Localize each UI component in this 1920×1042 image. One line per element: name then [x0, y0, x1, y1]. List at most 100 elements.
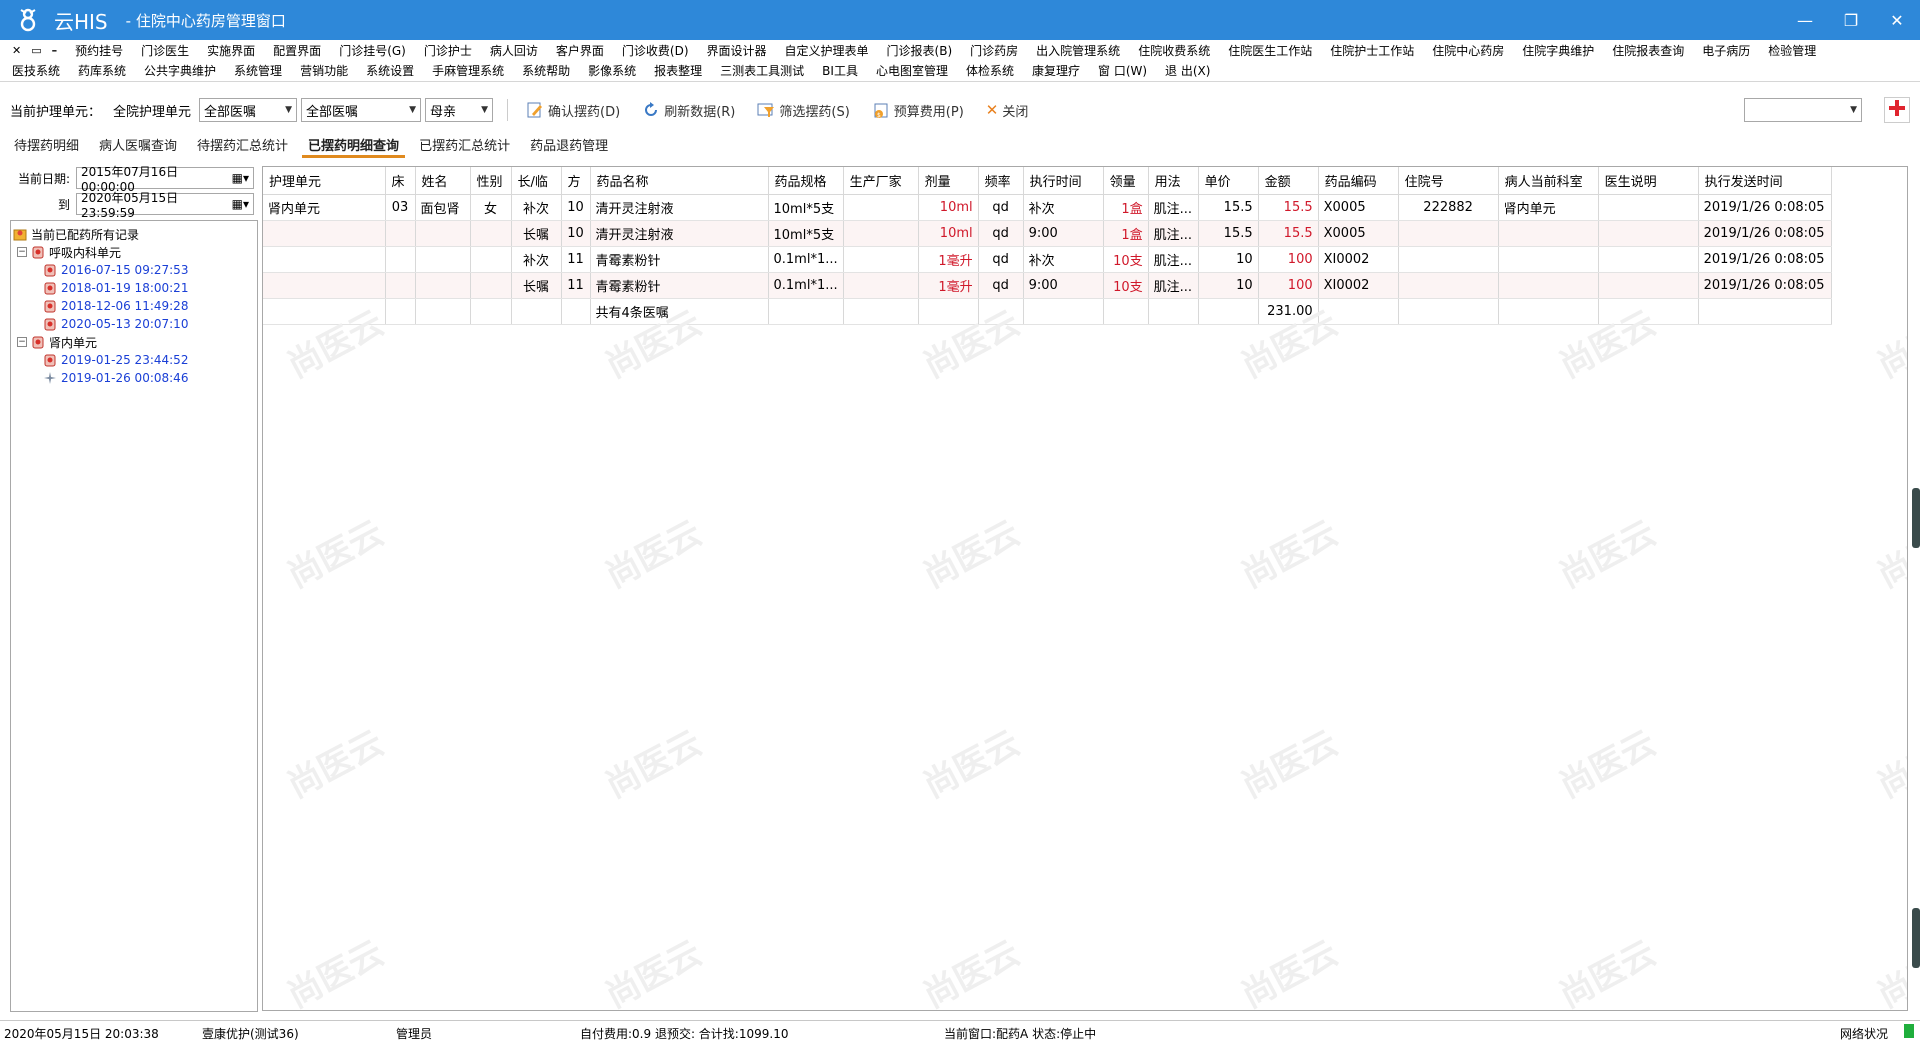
menu-item[interactable]: 门诊收费(D): [622, 42, 689, 59]
menu-item[interactable]: 心电图室管理: [876, 62, 948, 79]
close-window-button[interactable]: ✕: [1874, 0, 1920, 40]
calendar-icon[interactable]: ▦▾: [232, 171, 249, 185]
date-from-picker[interactable]: 2015年07月16日 00:00:00 ▦▾: [76, 165, 254, 194]
confirm-dispense-button[interactable]: 确认摆药(D): [522, 97, 624, 123]
column-header[interactable]: 性别: [470, 167, 512, 195]
menu-item[interactable]: 退 出(X): [1165, 62, 1210, 79]
column-header[interactable]: 生产厂家: [843, 167, 919, 195]
tree-date-item[interactable]: 2018-12-06 11:49:28: [13, 297, 255, 315]
menu-item[interactable]: 系统设置: [366, 62, 414, 79]
menu-item[interactable]: 门诊药房: [970, 42, 1018, 59]
menu-item[interactable]: 住院医生工作站: [1228, 42, 1312, 59]
tree-group[interactable]: − 肾内单元: [13, 333, 255, 351]
menu-item[interactable]: 窗 口(W): [1098, 62, 1147, 79]
minimize-button[interactable]: —: [1782, 0, 1828, 40]
column-header[interactable]: 住院号: [1398, 167, 1499, 195]
add-button[interactable]: [1884, 97, 1910, 123]
column-header[interactable]: 医生说明: [1598, 167, 1699, 195]
menu-item[interactable]: 系统帮助: [522, 62, 570, 79]
menu-item[interactable]: 自定义护理表单: [785, 42, 869, 59]
side-scroll-handle[interactable]: [1912, 488, 1920, 548]
menu-item[interactable]: 实施界面: [207, 42, 255, 59]
menu-item[interactable]: 预约挂号: [75, 42, 123, 59]
menu-item[interactable]: 界面设计器: [707, 42, 767, 59]
column-header[interactable]: 领量: [1103, 167, 1149, 195]
tree-date-item[interactable]: 2018-01-19 18:00:21: [13, 279, 255, 297]
refresh-data-button[interactable]: 刷新数据(R): [638, 97, 739, 123]
menu-item[interactable]: 营销功能: [300, 62, 348, 79]
close-panel-button[interactable]: ✕ 关闭: [982, 97, 1033, 123]
column-header[interactable]: 护理单元: [263, 167, 386, 195]
column-header[interactable]: 执行发送时间: [1698, 167, 1832, 195]
column-header[interactable]: 金额: [1258, 167, 1319, 195]
menu-item[interactable]: 门诊挂号(G): [339, 42, 406, 59]
column-header[interactable]: 方: [561, 167, 591, 195]
mdi-restore-icon[interactable]: ▭: [31, 44, 41, 57]
menu-item[interactable]: 客户界面: [556, 42, 604, 59]
tree-date-item[interactable]: 2019-01-26 00:08:46: [13, 369, 255, 387]
table-row[interactable]: 长嘱 10 清开灵注射液 10ml*5支 10ml qd 9:00 1盒 肌注... 15.5 15…: [263, 220, 1832, 247]
menu-item[interactable]: 三测表工具测试: [720, 62, 804, 79]
tree-date-item[interactable]: 2020-05-13 20:07:10: [13, 315, 255, 333]
patient-type-combo[interactable]: 母亲 ▼: [425, 98, 494, 122]
tree-date-item[interactable]: 2019-01-25 23:44:52: [13, 351, 255, 369]
order-type-combo-2[interactable]: 全部医嘱 ▼: [301, 98, 422, 122]
menu-item[interactable]: 系统管理: [234, 62, 282, 79]
order-type-combo-1[interactable]: 全部医嘱 ▼: [199, 98, 298, 122]
menu-item[interactable]: 医技系统: [12, 62, 60, 79]
column-header[interactable]: 频率: [978, 167, 1024, 195]
tree-date-item[interactable]: 2016-07-15 09:27:53: [13, 261, 255, 279]
budget-cost-button[interactable]: $ 预算费用(P): [868, 97, 968, 123]
menu-item[interactable]: 门诊报表(B): [887, 42, 953, 59]
tab-0[interactable]: 待摆药明细: [8, 138, 85, 158]
menu-item[interactable]: 门诊医生: [141, 42, 189, 59]
menu-item[interactable]: 住院字典维护: [1522, 42, 1594, 59]
restore-button[interactable]: ❐: [1828, 0, 1874, 40]
column-header[interactable]: 单价: [1198, 167, 1259, 195]
collapse-icon[interactable]: −: [17, 337, 27, 347]
column-header[interactable]: 药品规格: [768, 167, 844, 195]
menu-item[interactable]: 药库系统: [78, 62, 126, 79]
column-header[interactable]: 床: [385, 167, 416, 195]
menu-item[interactable]: 公共字典维护: [144, 62, 216, 79]
column-header[interactable]: 剂量: [918, 167, 979, 195]
menu-item[interactable]: 报表整理: [654, 62, 702, 79]
column-header[interactable]: 病人当前科室: [1498, 167, 1599, 195]
menu-item[interactable]: 住院收费系统: [1138, 42, 1210, 59]
tab-5[interactable]: 药品退药管理: [524, 138, 614, 158]
tab-1[interactable]: 病人医嘱查询: [93, 138, 183, 158]
tab-2[interactable]: 待摆药汇总统计: [191, 138, 294, 158]
menu-item[interactable]: 门诊护士: [424, 42, 472, 59]
menu-item[interactable]: 住院护士工作站: [1330, 42, 1414, 59]
tree-root[interactable]: 当前已配药所有记录: [13, 225, 255, 243]
menu-item[interactable]: BI工具: [822, 62, 858, 79]
right-dropdown[interactable]: ▼: [1744, 98, 1862, 122]
side-scroll-handle[interactable]: [1912, 908, 1920, 968]
menu-item[interactable]: 配置界面: [273, 42, 321, 59]
column-header[interactable]: 姓名: [415, 167, 471, 195]
table-row[interactable]: 长嘱 11 青霉素粉针 0.1ml*1... 1毫升 qd 9:00 10支 肌注... 10 10…: [263, 272, 1832, 299]
menu-item[interactable]: 出入院管理系统: [1036, 42, 1120, 59]
mdi-close-icon[interactable]: ✕: [12, 44, 21, 57]
column-header[interactable]: 长/临: [511, 167, 562, 195]
menu-item[interactable]: 影像系统: [588, 62, 636, 79]
menu-item[interactable]: 电子病历: [1702, 42, 1750, 59]
menu-item[interactable]: 手麻管理系统: [432, 62, 504, 79]
date-to-picker[interactable]: 2020年05月15日 23:59:59 ▦▾: [76, 191, 254, 220]
menu-item[interactable]: 检验管理: [1768, 42, 1816, 59]
tab-4[interactable]: 已摆药汇总统计: [413, 138, 516, 158]
collapse-icon[interactable]: −: [17, 247, 27, 257]
menu-item[interactable]: 体检系统: [966, 62, 1014, 79]
column-header[interactable]: 药品名称: [590, 167, 769, 195]
tab-3[interactable]: 已摆药明细查询: [302, 138, 406, 158]
column-header[interactable]: 执行时间: [1023, 167, 1104, 195]
calendar-icon[interactable]: ▦▾: [232, 197, 249, 211]
column-header[interactable]: 用法: [1148, 167, 1199, 195]
mdi-minimize-icon[interactable]: –: [52, 44, 58, 57]
menu-item[interactable]: 住院中心药房: [1432, 42, 1504, 59]
table-row[interactable]: 补次 11 青霉素粉针 0.1ml*1... 1毫升 qd 补次 10支 肌注... 10 100 X…: [263, 246, 1832, 273]
menu-item[interactable]: 病人回访: [490, 42, 538, 59]
tree-group[interactable]: − 呼吸内科单元: [13, 243, 255, 261]
column-header[interactable]: 药品编码: [1318, 167, 1399, 195]
table-row[interactable]: 肾内单元 03 面包肾女补次 10 清开灵注射液 10ml*5支 10ml qd 补次 1盒 肌注.…: [263, 194, 1832, 221]
